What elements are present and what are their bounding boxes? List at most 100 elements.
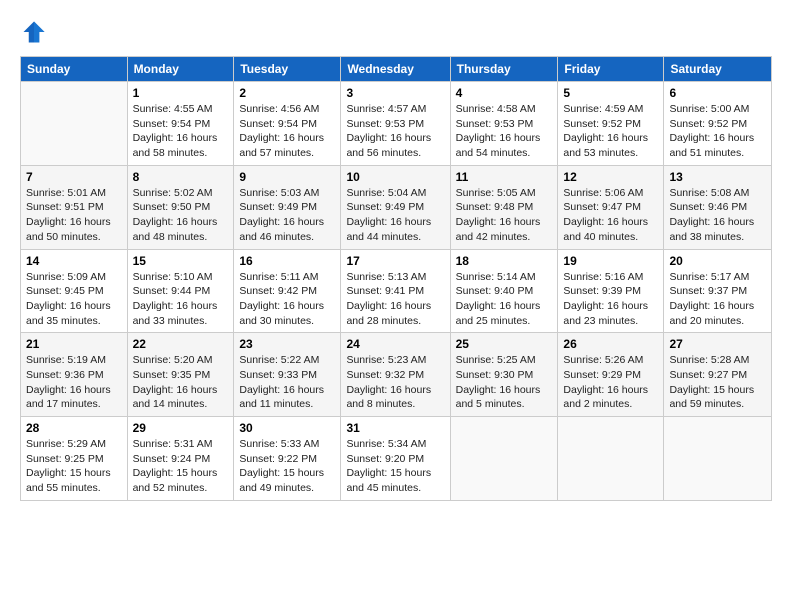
day-number: 25	[456, 337, 553, 351]
calendar-cell: 27 Sunrise: 5:28 AM Sunset: 9:27 PM Dayli…	[664, 333, 772, 417]
day-number: 12	[563, 170, 658, 184]
day-info: Sunrise: 4:55 AM Sunset: 9:54 PM Dayligh…	[133, 102, 229, 161]
calendar-cell: 29 Sunrise: 5:31 AM Sunset: 9:24 PM Dayli…	[127, 417, 234, 501]
calendar-cell: 19 Sunrise: 5:16 AM Sunset: 9:39 PM Dayli…	[558, 249, 664, 333]
weekday-thursday: Thursday	[450, 57, 558, 82]
week-row-3: 14 Sunrise: 5:09 AM Sunset: 9:45 PM Dayli…	[21, 249, 772, 333]
day-info: Sunrise: 5:23 AM Sunset: 9:32 PM Dayligh…	[346, 353, 444, 412]
calendar-cell: 21 Sunrise: 5:19 AM Sunset: 9:36 PM Dayli…	[21, 333, 128, 417]
day-number: 26	[563, 337, 658, 351]
weekday-tuesday: Tuesday	[234, 57, 341, 82]
day-number: 18	[456, 254, 553, 268]
day-number: 14	[26, 254, 122, 268]
day-info: Sunrise: 5:05 AM Sunset: 9:48 PM Dayligh…	[456, 186, 553, 245]
day-info: Sunrise: 5:33 AM Sunset: 9:22 PM Dayligh…	[239, 437, 335, 496]
day-info: Sunrise: 5:17 AM Sunset: 9:37 PM Dayligh…	[669, 270, 766, 329]
day-number: 30	[239, 421, 335, 435]
day-number: 23	[239, 337, 335, 351]
calendar-cell: 15Sunrise: 5:10 AM Sunset: 9:44 PM Dayli…	[127, 249, 234, 333]
weekday-sunday: Sunday	[21, 57, 128, 82]
day-info: Sunrise: 5:34 AM Sunset: 9:20 PM Dayligh…	[346, 437, 444, 496]
calendar-cell: 3 Sunrise: 4:57 AM Sunset: 9:53 PM Daylig…	[341, 82, 450, 166]
day-info: Sunrise: 5:06 AM Sunset: 9:47 PM Dayligh…	[563, 186, 658, 245]
page: SundayMondayTuesdayWednesdayThursdayFrid…	[0, 0, 792, 511]
weekday-saturday: Saturday	[664, 57, 772, 82]
calendar-cell: 17 Sunrise: 5:13 AM Sunset: 9:41 PM Dayli…	[341, 249, 450, 333]
calendar-cell: 24Sunrise: 5:23 AM Sunset: 9:32 PM Dayli…	[341, 333, 450, 417]
weekday-wednesday: Wednesday	[341, 57, 450, 82]
day-number: 2	[239, 86, 335, 100]
day-number: 27	[669, 337, 766, 351]
calendar-cell	[664, 417, 772, 501]
week-row-4: 21 Sunrise: 5:19 AM Sunset: 9:36 PM Dayli…	[21, 333, 772, 417]
day-info: Sunrise: 5:13 AM Sunset: 9:41 PM Dayligh…	[346, 270, 444, 329]
day-number: 29	[133, 421, 229, 435]
weekday-friday: Friday	[558, 57, 664, 82]
day-info: Sunrise: 5:11 AM Sunset: 9:42 PM Dayligh…	[239, 270, 335, 329]
calendar-cell: 23Sunrise: 5:22 AM Sunset: 9:33 PM Dayli…	[234, 333, 341, 417]
day-number: 11	[456, 170, 553, 184]
day-number: 1	[133, 86, 229, 100]
day-info: Sunrise: 4:58 AM Sunset: 9:53 PM Dayligh…	[456, 102, 553, 161]
day-info: Sunrise: 5:31 AM Sunset: 9:24 PM Dayligh…	[133, 437, 229, 496]
day-info: Sunrise: 5:10 AM Sunset: 9:44 PM Dayligh…	[133, 270, 229, 329]
calendar-cell: 8Sunrise: 5:02 AM Sunset: 9:50 PM Daylig…	[127, 165, 234, 249]
day-number: 9	[239, 170, 335, 184]
day-info: Sunrise: 5:28 AM Sunset: 9:27 PM Dayligh…	[669, 353, 766, 412]
day-info: Sunrise: 5:26 AM Sunset: 9:29 PM Dayligh…	[563, 353, 658, 412]
calendar-cell: 2 Sunrise: 4:56 AM Sunset: 9:54 PM Daylig…	[234, 82, 341, 166]
calendar-cell: 10 Sunrise: 5:04 AM Sunset: 9:49 PM Dayli…	[341, 165, 450, 249]
calendar-cell: 22Sunrise: 5:20 AM Sunset: 9:35 PM Dayli…	[127, 333, 234, 417]
header	[20, 18, 772, 46]
weekday-header-row: SundayMondayTuesdayWednesdayThursdayFrid…	[21, 57, 772, 82]
day-info: Sunrise: 5:14 AM Sunset: 9:40 PM Dayligh…	[456, 270, 553, 329]
calendar-cell: 5 Sunrise: 4:59 AM Sunset: 9:52 PM Daylig…	[558, 82, 664, 166]
calendar-cell: 12 Sunrise: 5:06 AM Sunset: 9:47 PM Dayli…	[558, 165, 664, 249]
calendar-cell: 11 Sunrise: 5:05 AM Sunset: 9:48 PM Dayli…	[450, 165, 558, 249]
day-number: 17	[346, 254, 444, 268]
calendar-cell: 25 Sunrise: 5:25 AM Sunset: 9:30 PM Dayli…	[450, 333, 558, 417]
day-info: Sunrise: 5:16 AM Sunset: 9:39 PM Dayligh…	[563, 270, 658, 329]
day-number: 21	[26, 337, 122, 351]
day-info: Sunrise: 4:57 AM Sunset: 9:53 PM Dayligh…	[346, 102, 444, 161]
calendar-cell: 28 Sunrise: 5:29 AM Sunset: 9:25 PM Dayli…	[21, 417, 128, 501]
calendar-cell: 14 Sunrise: 5:09 AM Sunset: 9:45 PM Dayli…	[21, 249, 128, 333]
day-info: Sunrise: 5:29 AM Sunset: 9:25 PM Dayligh…	[26, 437, 122, 496]
day-info: Sunrise: 5:00 AM Sunset: 9:52 PM Dayligh…	[669, 102, 766, 161]
week-row-5: 28 Sunrise: 5:29 AM Sunset: 9:25 PM Dayli…	[21, 417, 772, 501]
calendar-cell: 4 Sunrise: 4:58 AM Sunset: 9:53 PM Daylig…	[450, 82, 558, 166]
day-number: 16	[239, 254, 335, 268]
logo	[20, 18, 54, 46]
weekday-monday: Monday	[127, 57, 234, 82]
day-info: Sunrise: 5:19 AM Sunset: 9:36 PM Dayligh…	[26, 353, 122, 412]
day-info: Sunrise: 4:59 AM Sunset: 9:52 PM Dayligh…	[563, 102, 658, 161]
day-number: 22	[133, 337, 229, 351]
calendar-cell: 1 Sunrise: 4:55 AM Sunset: 9:54 PM Daylig…	[127, 82, 234, 166]
calendar-cell: 20Sunrise: 5:17 AM Sunset: 9:37 PM Dayli…	[664, 249, 772, 333]
calendar-cell: 18 Sunrise: 5:14 AM Sunset: 9:40 PM Dayli…	[450, 249, 558, 333]
day-number: 4	[456, 86, 553, 100]
day-number: 31	[346, 421, 444, 435]
day-number: 28	[26, 421, 122, 435]
day-info: Sunrise: 5:25 AM Sunset: 9:30 PM Dayligh…	[456, 353, 553, 412]
calendar-cell: 13Sunrise: 5:08 AM Sunset: 9:46 PM Dayli…	[664, 165, 772, 249]
day-number: 10	[346, 170, 444, 184]
calendar-cell: 30 Sunrise: 5:33 AM Sunset: 9:22 PM Dayli…	[234, 417, 341, 501]
calendar-cell: 9 Sunrise: 5:03 AM Sunset: 9:49 PM Daylig…	[234, 165, 341, 249]
day-info: Sunrise: 5:02 AM Sunset: 9:50 PM Dayligh…	[133, 186, 229, 245]
week-row-1: 1 Sunrise: 4:55 AM Sunset: 9:54 PM Daylig…	[21, 82, 772, 166]
day-info: Sunrise: 4:56 AM Sunset: 9:54 PM Dayligh…	[239, 102, 335, 161]
calendar-cell	[21, 82, 128, 166]
day-number: 19	[563, 254, 658, 268]
week-row-2: 7Sunrise: 5:01 AM Sunset: 9:51 PM Daylig…	[21, 165, 772, 249]
day-number: 6	[669, 86, 766, 100]
calendar-cell: 7Sunrise: 5:01 AM Sunset: 9:51 PM Daylig…	[21, 165, 128, 249]
day-info: Sunrise: 5:03 AM Sunset: 9:49 PM Dayligh…	[239, 186, 335, 245]
day-number: 3	[346, 86, 444, 100]
logo-icon	[20, 18, 48, 46]
day-info: Sunrise: 5:01 AM Sunset: 9:51 PM Dayligh…	[26, 186, 122, 245]
calendar-cell: 16 Sunrise: 5:11 AM Sunset: 9:42 PM Dayli…	[234, 249, 341, 333]
day-number: 5	[563, 86, 658, 100]
day-info: Sunrise: 5:09 AM Sunset: 9:45 PM Dayligh…	[26, 270, 122, 329]
day-info: Sunrise: 5:04 AM Sunset: 9:49 PM Dayligh…	[346, 186, 444, 245]
